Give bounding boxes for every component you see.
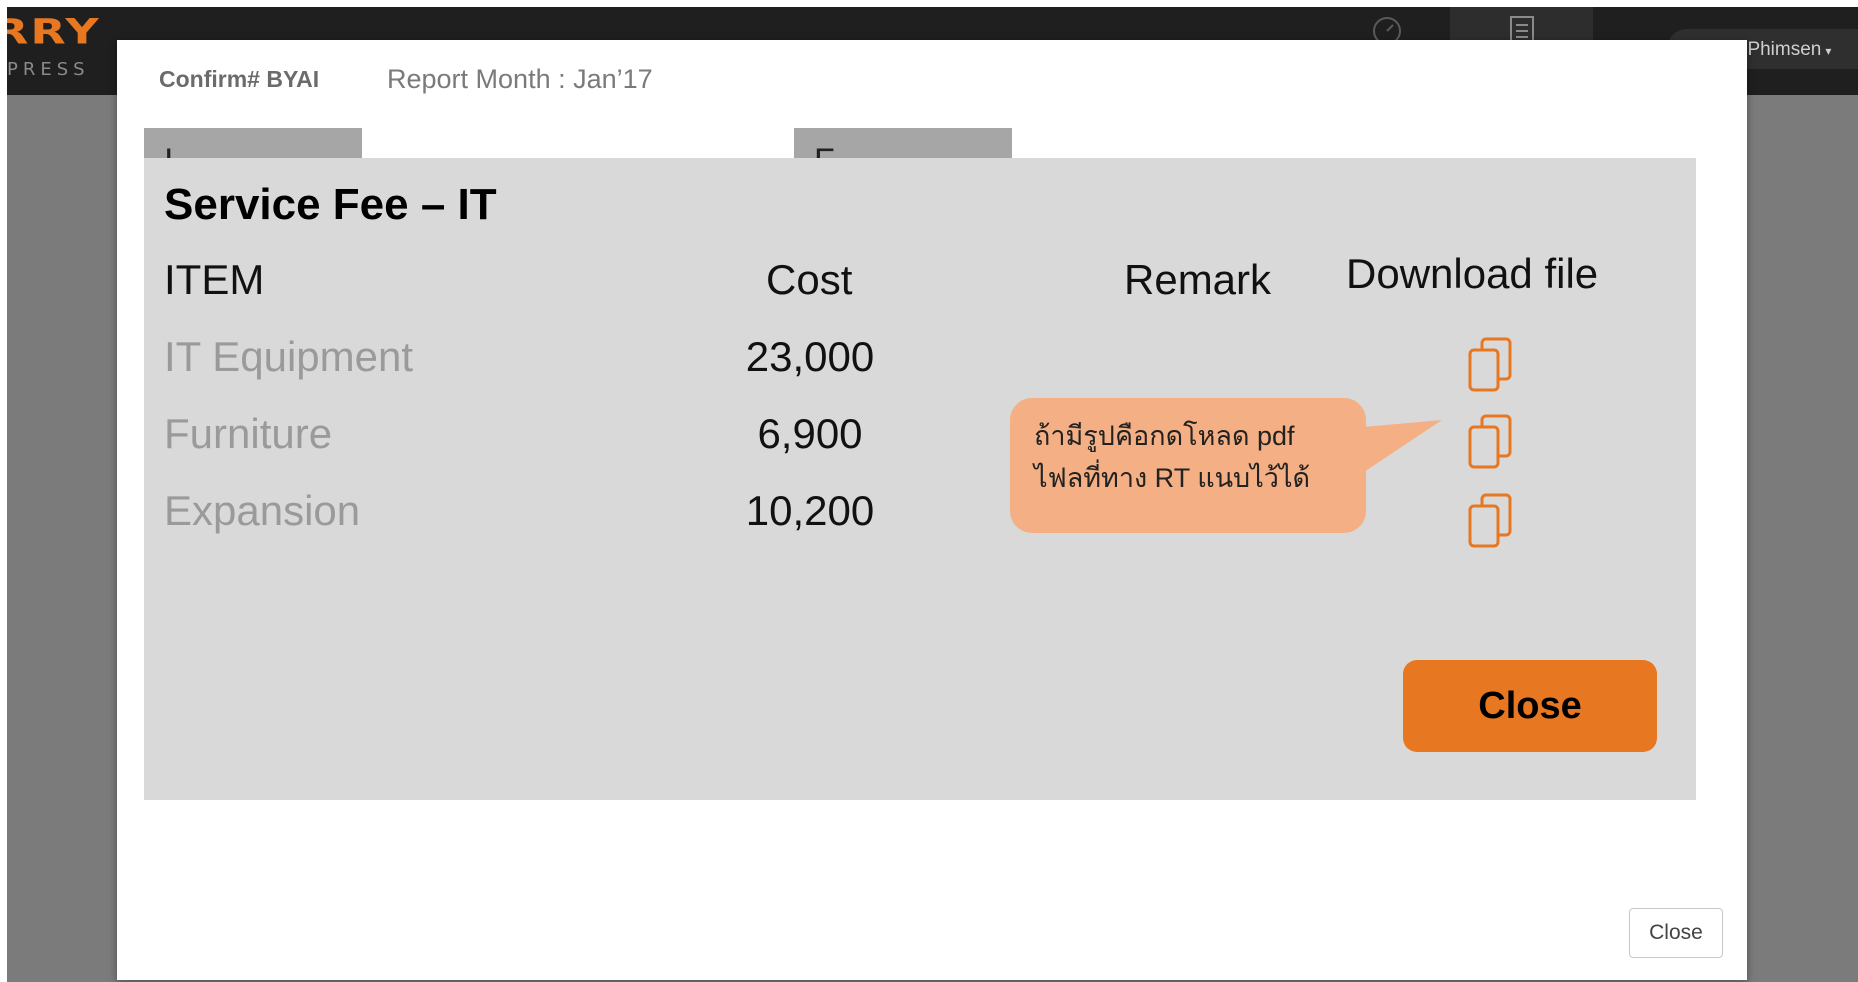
caret-down-icon: ▾ <box>1825 44 1832 58</box>
panel-title: Service Fee – IT <box>164 180 497 229</box>
logo-text: RRY <box>7 11 101 52</box>
close-button-primary[interactable]: Close <box>1403 660 1657 752</box>
row-cost: 6,900 <box>757 410 863 457</box>
column-header-download: Download file <box>1346 250 1599 297</box>
row-item-name: Expansion <box>164 487 361 534</box>
copy-document-icon[interactable] <box>1466 413 1514 471</box>
row-cost: 23,000 <box>745 333 875 380</box>
row-cost: 10,200 <box>745 487 875 534</box>
service-fee-panel: Service Fee – IT ITEM Cost Remark Downlo… <box>144 158 1696 800</box>
copy-document-icon[interactable] <box>1466 336 1514 394</box>
close-button[interactable]: Close <box>1629 908 1723 958</box>
report-month: Report Month : Jan’17 <box>387 64 653 94</box>
callout-line-2: ไฟลที่ทาง RT แนบไว้ได้ <box>1034 462 1311 493</box>
confirm-modal: Confirm# BYAI Report Month : Jan’17 I F … <box>117 40 1747 980</box>
logo-subtext: PRESS <box>7 59 90 80</box>
column-header-remark: Remark <box>1124 256 1272 303</box>
copy-document-icon[interactable] <box>1466 492 1514 550</box>
annotation-callout: ถ้ามีรูปคือกดโหลด pdf ไฟลที่ทาง RT แนบไว… <box>1010 398 1366 533</box>
confirm-number: Confirm# BYAI <box>159 66 320 92</box>
column-header-item: ITEM <box>164 256 265 303</box>
callout-line-1: ถ้ามีรูปคือกดโหลด pdf <box>1034 421 1295 451</box>
row-item-name: Furniture <box>164 410 333 457</box>
row-item-name: IT Equipment <box>164 333 414 380</box>
column-header-cost: Cost <box>766 256 853 303</box>
